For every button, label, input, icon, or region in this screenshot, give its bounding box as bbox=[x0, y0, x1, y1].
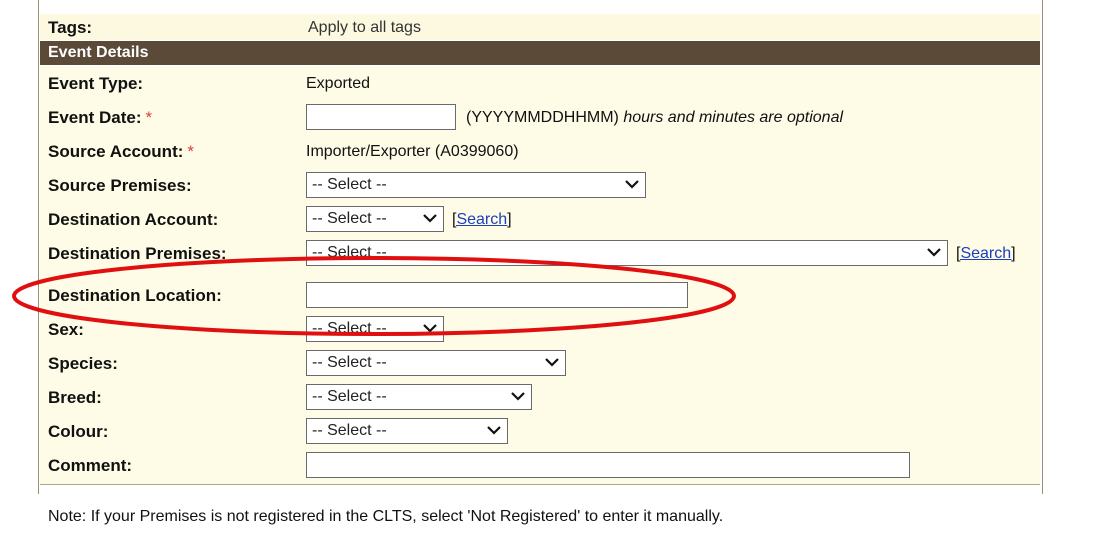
event-date-optional-hint: hours and minutes are optional bbox=[623, 109, 844, 126]
species-label: Species: bbox=[48, 354, 118, 373]
event-date-hint: (YYYYMMDDHHMM) hours and minutes are opt… bbox=[466, 109, 843, 127]
search-link-text[interactable]: Search bbox=[960, 245, 1011, 262]
sex-row: Sex: -- Select -- bbox=[40, 312, 1040, 346]
chevron-down-icon bbox=[545, 358, 559, 367]
tags-value: Apply to all tags bbox=[308, 19, 421, 36]
required-marker: * bbox=[187, 142, 195, 161]
breed-row: Breed: -- Select -- bbox=[40, 380, 1040, 414]
source-account-label: Source Account: * bbox=[48, 142, 194, 162]
source-premises-row: Source Premises: -- Select -- bbox=[40, 168, 1040, 202]
chevron-down-icon bbox=[625, 180, 639, 189]
destination-account-search-link[interactable]: [Search] bbox=[452, 211, 512, 229]
event-type-label: Event Type: bbox=[48, 74, 144, 93]
destination-account-selected: -- Select -- bbox=[312, 210, 387, 227]
required-marker: * bbox=[145, 108, 153, 127]
destination-location-label: Destination Location: bbox=[48, 286, 222, 305]
event-date-format-hint: (YYYYMMDDHHMM) bbox=[466, 109, 619, 126]
comment-label: Comment: bbox=[48, 456, 133, 475]
breed-selected: -- Select -- bbox=[312, 388, 387, 405]
chevron-down-icon bbox=[423, 214, 437, 223]
sex-select[interactable]: -- Select -- bbox=[306, 316, 444, 342]
source-premises-select[interactable]: -- Select -- bbox=[306, 172, 646, 198]
event-details-form: Event Type: Exported Event Date: * (YYYYM… bbox=[40, 66, 1040, 485]
comment-input[interactable] bbox=[306, 452, 910, 478]
sex-label: Sex: bbox=[48, 320, 84, 339]
colour-label: Colour: bbox=[48, 422, 109, 441]
destination-location-input[interactable] bbox=[306, 282, 688, 308]
section-title: Event Details bbox=[48, 44, 149, 61]
destination-premises-search-link[interactable]: [Search] bbox=[956, 245, 1016, 263]
sex-selected: -- Select -- bbox=[312, 320, 387, 337]
destination-premises-selected: -- Select -- bbox=[312, 244, 387, 261]
event-type-value: Exported bbox=[306, 75, 371, 92]
tags-label: Tags: bbox=[48, 18, 93, 37]
search-link-text[interactable]: Search bbox=[456, 211, 507, 228]
event-date-input[interactable] bbox=[306, 104, 456, 130]
chevron-down-icon bbox=[511, 392, 525, 401]
event-type-row: Event Type: Exported bbox=[40, 66, 1040, 100]
destination-premises-label: Destination Premises: bbox=[48, 244, 227, 263]
event-date-row: Event Date: * (YYYYMMDDHHMM) hours and mi… bbox=[40, 100, 1040, 134]
source-account-value: Importer/Exporter (A0399060) bbox=[306, 143, 519, 160]
destination-account-label: Destination Account: bbox=[48, 210, 219, 229]
colour-row: Colour: -- Select -- bbox=[40, 414, 1040, 448]
premises-note: Note: If your Premises is not registered… bbox=[48, 508, 724, 525]
chevron-down-icon bbox=[927, 248, 941, 257]
destination-premises-select[interactable]: -- Select -- bbox=[306, 240, 948, 266]
source-premises-selected: -- Select -- bbox=[312, 176, 387, 193]
colour-selected: -- Select -- bbox=[312, 422, 387, 439]
comment-row: Comment: bbox=[40, 448, 1040, 482]
destination-premises-row: Destination Premises: -- Select -- [Sear… bbox=[40, 236, 1040, 270]
source-account-label-text: Source Account: bbox=[48, 142, 184, 161]
event-date-label: Event Date: * bbox=[48, 108, 152, 128]
breed-label: Breed: bbox=[48, 388, 102, 407]
species-row: Species: -- Select -- bbox=[40, 346, 1040, 380]
source-account-row: Source Account: * Importer/Exporter (A039… bbox=[40, 134, 1040, 168]
chevron-down-icon bbox=[487, 426, 501, 435]
event-date-label-text: Event Date: bbox=[48, 108, 142, 127]
section-header: Event Details bbox=[40, 41, 1040, 65]
chevron-down-icon bbox=[423, 324, 437, 333]
tags-row: Tags: Apply to all tags bbox=[40, 14, 1040, 40]
species-selected: -- Select -- bbox=[312, 354, 387, 371]
destination-location-row: Destination Location: bbox=[40, 278, 1040, 312]
colour-select[interactable]: -- Select -- bbox=[306, 418, 508, 444]
destination-account-row: Destination Account: -- Select -- [Searc… bbox=[40, 202, 1040, 236]
destination-account-select[interactable]: -- Select -- bbox=[306, 206, 444, 232]
source-premises-label: Source Premises: bbox=[48, 176, 192, 195]
breed-select[interactable]: -- Select -- bbox=[306, 384, 532, 410]
species-select[interactable]: -- Select -- bbox=[306, 350, 566, 376]
